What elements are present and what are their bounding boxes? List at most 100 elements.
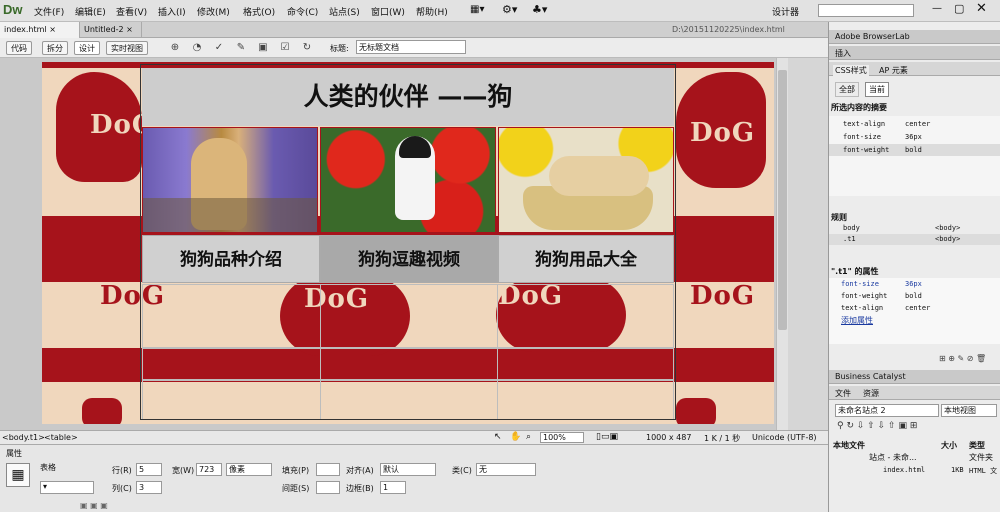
menu-help[interactable]: 帮助(H): [416, 5, 448, 18]
live-view-button[interactable]: 实时视图: [106, 41, 148, 55]
summary-value: 36px: [905, 133, 922, 141]
table-tools-icon[interactable]: ▣ ▣ ▣: [80, 501, 108, 510]
spacing-input[interactable]: [316, 481, 340, 494]
align-select[interactable]: 默认: [380, 463, 436, 476]
workspace-switcher[interactable]: 设计器: [772, 5, 799, 18]
prop-value[interactable]: bold: [905, 292, 922, 300]
summary-title: 所选内容的摘要: [831, 103, 887, 112]
photo-border-collie[interactable]: [320, 127, 496, 233]
menu-view[interactable]: 查看(V): [116, 5, 147, 18]
site-row[interactable]: 站点 - 未命...: [869, 452, 917, 463]
browserlab-header[interactable]: Adobe BrowserLab: [829, 30, 1000, 44]
code-view-button[interactable]: 代码: [6, 41, 32, 55]
current-button[interactable]: 当前: [865, 82, 889, 97]
class-select[interactable]: 无: [476, 463, 536, 476]
file-size: 1KB: [951, 466, 964, 474]
zoom-select[interactable]: 100%: [540, 432, 584, 443]
window-size[interactable]: 1000 x 487: [646, 433, 691, 442]
scrollbar-thumb[interactable]: [778, 70, 787, 330]
insert-header[interactable]: 插入: [829, 46, 1000, 60]
files-toolbar-icons[interactable]: ⚲ ↻ ⇩ ⇧ ⇩ ⇧ ▣ ⊞: [837, 421, 917, 431]
padding-input[interactable]: [316, 463, 340, 476]
menu-edit[interactable]: 编辑(E): [75, 5, 106, 18]
site-icon[interactable]: ♣▾: [532, 3, 547, 16]
minimize-icon[interactable]: —: [932, 3, 942, 14]
photo-golden-puppy[interactable]: [142, 127, 318, 233]
tab-ap-elements[interactable]: AP 元素: [879, 65, 908, 76]
prop-name[interactable]: text-align: [841, 304, 883, 312]
table-id-select[interactable]: ▾: [40, 481, 94, 494]
type-header: 类型: [969, 441, 985, 450]
spacing-label: 间距(S): [282, 484, 310, 493]
border-input[interactable]: 1: [380, 481, 406, 494]
file-type: HTML 文: [969, 467, 998, 475]
maximize-icon[interactable]: ▢: [954, 2, 964, 15]
site-select[interactable]: 未命名站点 2: [835, 404, 939, 417]
nav-breeds[interactable]: 狗狗品种介绍: [142, 235, 320, 283]
check-icon[interactable]: ✓: [212, 42, 226, 54]
file-path: D:\20151120225\index.html: [672, 25, 785, 34]
prop-value[interactable]: 36px: [905, 280, 922, 288]
prop-name[interactable]: font-weight: [841, 292, 887, 300]
puppy-shape: [549, 156, 649, 196]
menu-commands[interactable]: 命令(C): [287, 5, 318, 18]
add-property-link[interactable]: 添加属性: [841, 315, 873, 326]
view-select[interactable]: 本地视图: [941, 404, 997, 417]
search-input[interactable]: [818, 4, 914, 17]
refresh-icon[interactable]: ↻: [300, 42, 314, 54]
layout-icon[interactable]: ▦▾: [470, 4, 484, 15]
rule-tag: <body>: [935, 235, 961, 243]
rule-selector[interactable]: body: [843, 224, 860, 232]
tag-table[interactable]: <table>: [44, 433, 78, 442]
pointer-icon[interactable]: ↖: [494, 432, 502, 442]
tab-index[interactable]: index.html ×: [0, 22, 80, 38]
css-panel-tools-icon[interactable]: ⊞ ⊕ ✎ ⊘ 🗑: [939, 354, 986, 363]
summary-prop: font-size: [843, 133, 881, 141]
prop-name[interactable]: font-size: [841, 280, 879, 288]
inspect-icon[interactable]: ⊕: [168, 42, 182, 54]
tag-body[interactable]: <body.t1>: [2, 433, 45, 442]
visual-aids-icon[interactable]: ▣: [256, 42, 270, 54]
menu-modify[interactable]: 修改(M): [197, 5, 230, 18]
prop-value[interactable]: center: [905, 304, 930, 312]
tab-assets[interactable]: 资源: [863, 388, 879, 399]
split-view-button[interactable]: 拆分: [42, 41, 68, 55]
tab-css-styles[interactable]: CSS样式: [833, 65, 869, 76]
design-canvas[interactable]: DoG DoG DoG DoG DoG DoG 人类的伙伴 ——狗 狗狗品种介绍…: [0, 58, 788, 430]
close-icon[interactable]: ✕: [976, 1, 987, 16]
cols-input[interactable]: 3: [136, 481, 162, 494]
page-heading[interactable]: 人类的伙伴 ——狗: [142, 68, 674, 126]
menu-format[interactable]: 格式(O): [243, 5, 275, 18]
hand-icon[interactable]: ✋: [510, 432, 521, 442]
validate-icon[interactable]: ☑: [278, 42, 292, 54]
tab-files[interactable]: 文件: [835, 388, 851, 399]
all-button[interactable]: 全部: [835, 82, 859, 97]
photo-sleeping-puppy[interactable]: [498, 127, 674, 233]
fence-shape: [143, 198, 317, 232]
tab-untitled[interactable]: Untitled-2 ×: [80, 22, 142, 38]
device-icon[interactable]: ▯▭▣: [596, 432, 618, 442]
properties-title: 属性: [6, 449, 22, 458]
document-tabs: index.html × Untitled-2 × D:\20151120225…: [0, 22, 828, 38]
preview-icon[interactable]: ◔: [190, 42, 204, 54]
title-input[interactable]: 无标题文档: [356, 40, 466, 54]
unit-select[interactable]: 像素: [226, 463, 272, 476]
menu-file[interactable]: 文件(F): [34, 5, 64, 18]
menu-window[interactable]: 窗口(W): [371, 5, 405, 18]
local-files-header: 本地文件: [833, 441, 865, 450]
gear-icon[interactable]: ⚙▾: [502, 3, 517, 16]
options-icon[interactable]: ✎: [234, 42, 248, 54]
rows-label: 行(R): [112, 466, 132, 475]
zoom-icon[interactable]: ⌕: [526, 432, 531, 442]
rows-input[interactable]: 5: [136, 463, 162, 476]
catalyst-header[interactable]: Business Catalyst: [829, 370, 1000, 384]
nav-supplies[interactable]: 狗狗用品大全: [498, 235, 674, 283]
rule-selector[interactable]: .t1: [843, 235, 856, 243]
menu-insert[interactable]: 插入(I): [158, 5, 186, 18]
menu-site[interactable]: 站点(S): [329, 5, 360, 18]
file-row[interactable]: index.html: [883, 466, 925, 474]
design-view-button[interactable]: 设计: [74, 41, 100, 55]
width-input[interactable]: 723: [196, 463, 222, 476]
canvas-scrollbar[interactable]: [776, 58, 788, 430]
nav-videos[interactable]: 狗狗逗趣视频: [320, 235, 498, 283]
